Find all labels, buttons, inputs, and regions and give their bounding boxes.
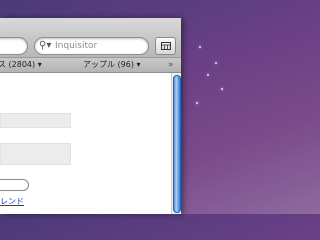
desktop-sparkle xyxy=(215,62,217,64)
bookmark-label: ス (2804) xyxy=(0,60,36,69)
grid-view-button[interactable] xyxy=(155,37,176,55)
desktop-sparkle xyxy=(207,74,209,76)
chevron-down-icon: ▾ xyxy=(133,60,141,69)
desktop-sparkle xyxy=(221,88,223,90)
content-block xyxy=(0,113,71,128)
scrollbar-thumb[interactable] xyxy=(173,75,181,213)
search-input[interactable] xyxy=(55,39,143,53)
bookmarks-bar: ス (2804) ▾ アップル (96) ▾ » xyxy=(0,58,181,73)
address-field[interactable] xyxy=(0,37,28,55)
vertical-scrollbar[interactable] xyxy=(171,73,181,214)
chevron-down-icon: ▾ xyxy=(35,60,42,69)
browser-toolbar: ⚲▾ xyxy=(0,18,181,58)
grid-icon xyxy=(160,42,171,50)
bookmarks-overflow-button[interactable]: » xyxy=(168,58,174,72)
search-icon[interactable]: ⚲▾ xyxy=(39,39,51,53)
content-block xyxy=(0,143,71,165)
bookmark-item[interactable]: ス (2804) ▾ xyxy=(0,58,42,72)
desktop-sparkle xyxy=(199,46,201,48)
text-field[interactable] xyxy=(0,179,29,191)
content-link[interactable]: レンド xyxy=(0,196,24,207)
bookmark-item[interactable]: アップル (96) ▾ xyxy=(83,58,141,72)
search-field[interactable]: ⚲▾ xyxy=(34,37,149,55)
page-content: レンド xyxy=(0,73,171,214)
browser-window: ⚲▾ ス (2804) ▾ アップル (96) ▾ » レンド xyxy=(0,18,181,214)
bookmark-label: アップル (96) xyxy=(83,60,134,69)
desktop-sparkle xyxy=(196,102,198,104)
